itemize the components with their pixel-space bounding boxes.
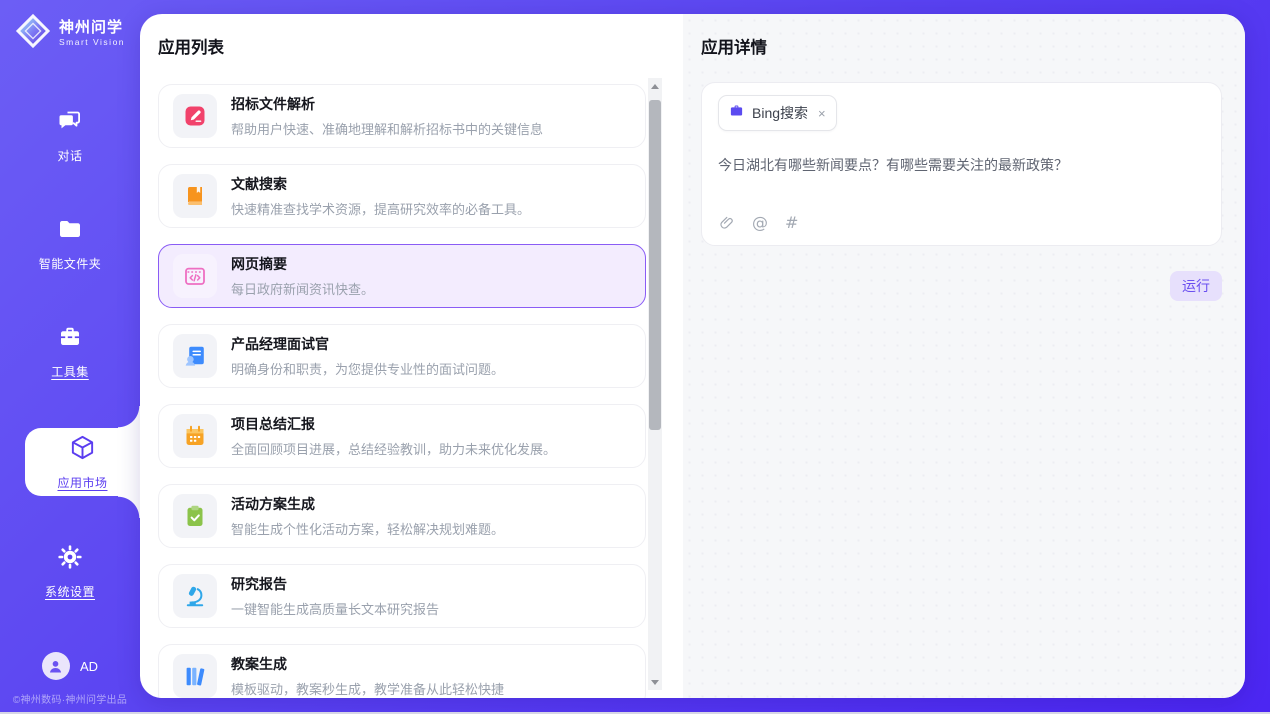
- bid-edit-icon: [173, 94, 217, 138]
- main-content: 应用列表 招标文件解析 帮助用户快速、准确地理解和解析招标书中的关键信息 文献搜…: [140, 14, 1245, 698]
- scrollbar-thumb[interactable]: [649, 100, 661, 430]
- bubble-curve-top: [118, 406, 140, 428]
- hash-icon[interactable]: #: [785, 213, 798, 232]
- app-card-name: 网页摘要: [231, 254, 374, 274]
- app-card-description: 模板驱动，教案秒生成，教学准备从此轻松快捷: [231, 679, 504, 698]
- app-card-description: 每日政府新闻资讯快查。: [231, 279, 374, 298]
- webpage-icon: [173, 254, 217, 298]
- sidebar-item-label: 工具集: [51, 363, 89, 380]
- app-card-name: 项目总结汇报: [231, 414, 556, 434]
- app-card-description: 明确身份和职责，为您提供专业性的面试问题。: [231, 359, 504, 378]
- app-card[interactable]: 文献搜索 快速精准查找学术资源，提高研究效率的必备工具。: [158, 164, 646, 228]
- app-list-panel: 应用列表 招标文件解析 帮助用户快速、准确地理解和解析招标书中的关键信息 文献搜…: [140, 14, 683, 698]
- app-card[interactable]: 活动方案生成 智能生成个性化活动方案，轻松解决规划难题。: [158, 484, 646, 548]
- app-card[interactable]: 项目总结汇报 全面回顾项目进展，总结经验教训，助力未来优化发展。: [158, 404, 646, 468]
- sidebar-item-toolbox[interactable]: 工具集: [0, 320, 140, 384]
- book-icon: [173, 174, 217, 218]
- folder-icon: [57, 216, 83, 247]
- sidebar-item-label: 系统设置: [45, 583, 95, 600]
- attachment-toolbar: @#: [719, 213, 798, 232]
- app-card-description: 帮助用户快速、准确地理解和解析招标书中的关键信息: [231, 119, 543, 138]
- run-button[interactable]: 运行: [1170, 271, 1222, 301]
- app-card-name: 文献搜索: [231, 174, 530, 194]
- chat-icon: [57, 108, 83, 139]
- at-icon[interactable]: @: [752, 213, 768, 232]
- bubble-curve-bottom: [118, 496, 140, 518]
- sidebar-item-folder[interactable]: 智能文件夹: [0, 212, 140, 276]
- briefcase-icon: [729, 103, 744, 123]
- gear-icon: [57, 544, 83, 575]
- tool-tag-label: Bing搜索: [752, 103, 808, 123]
- query-text[interactable]: 今日湖北有哪些新闻要点？有哪些需要关注的最新政策？: [718, 155, 1205, 176]
- clipboard-check-icon: [173, 494, 217, 538]
- app-card[interactable]: 教案生成 模板驱动，教案秒生成，教学准备从此轻松快捷: [158, 644, 646, 698]
- copyright-text: ©神州数码·神州问学出品: [0, 691, 140, 706]
- books-icon: [173, 654, 217, 698]
- sidebar-nav: 对话 智能文件夹 工具集 应用市场 系统设置: [0, 104, 140, 604]
- app-detail-panel: 应用详情 Bing搜索 × 今日湖北有哪些新闻要点？有哪些需要关注的最新政策？ …: [683, 14, 1245, 698]
- interview-icon: [173, 334, 217, 378]
- sidebar-item-label: 对话: [57, 147, 82, 164]
- app-card-name: 产品经理面试官: [231, 334, 504, 354]
- app-card-name: 研究报告: [231, 574, 439, 594]
- scroll-down-button[interactable]: [648, 674, 662, 690]
- toolbox-icon: [57, 324, 83, 355]
- brand-logo: 神州问学 Smart Vision: [14, 12, 125, 55]
- app-card[interactable]: 研究报告 一键智能生成高质量长文本研究报告: [158, 564, 646, 628]
- prompt-card: Bing搜索 × 今日湖北有哪些新闻要点？有哪些需要关注的最新政策？ @#: [701, 82, 1222, 246]
- app-card[interactable]: 招标文件解析 帮助用户快速、准确地理解和解析招标书中的关键信息: [158, 84, 646, 148]
- sidebar-item-chat[interactable]: 对话: [0, 104, 140, 168]
- app-list: 招标文件解析 帮助用户快速、准确地理解和解析招标书中的关键信息 文献搜索 快速精…: [158, 84, 646, 698]
- microscope-icon: [173, 574, 217, 618]
- sidebar-item-label: 应用市场: [57, 474, 107, 491]
- sidebar-item-cube[interactable]: 应用市场: [25, 428, 140, 496]
- user-avatar-icon: [42, 652, 70, 680]
- user-account[interactable]: AD: [0, 652, 140, 680]
- user-name: AD: [80, 659, 98, 674]
- app-window: { "brand": { "name": "神州问学", "subtitle":…: [0, 0, 1270, 714]
- app-detail-title: 应用详情: [701, 34, 1222, 58]
- sidebar: 神州问学 Smart Vision 对话 智能文件夹 工具集 应用市场 系统设置…: [0, 0, 140, 714]
- app-card-description: 一键智能生成高质量长文本研究报告: [231, 599, 439, 618]
- tool-tag-bing-search[interactable]: Bing搜索 ×: [718, 95, 837, 131]
- diamond-logo-icon: [14, 12, 52, 55]
- app-card[interactable]: 网页摘要 每日政府新闻资讯快查。: [158, 244, 646, 308]
- brand-subtitle: Smart Vision: [59, 38, 125, 47]
- app-list-scrollbar[interactable]: [648, 78, 662, 690]
- app-card-description: 快速精准查找学术资源，提高研究效率的必备工具。: [231, 199, 530, 218]
- tag-remove-icon[interactable]: ×: [818, 106, 826, 121]
- app-card[interactable]: 产品经理面试官 明确身份和职责，为您提供专业性的面试问题。: [158, 324, 646, 388]
- scroll-up-button[interactable]: [648, 78, 662, 94]
- brand-name: 神州问学: [59, 20, 125, 37]
- sidebar-item-gear[interactable]: 系统设置: [0, 540, 140, 604]
- app-list-title: 应用列表: [158, 34, 683, 58]
- app-card-name: 教案生成: [231, 654, 504, 674]
- app-card-name: 招标文件解析: [231, 94, 543, 114]
- paperclip-icon[interactable]: [719, 215, 735, 231]
- app-card-description: 全面回顾项目进展，总结经验教训，助力未来优化发展。: [231, 439, 556, 458]
- app-card-name: 活动方案生成: [231, 494, 504, 514]
- cube-icon: [69, 434, 96, 466]
- calendar-icon: [173, 414, 217, 458]
- sidebar-item-label: 智能文件夹: [39, 255, 102, 272]
- app-card-description: 智能生成个性化活动方案，轻松解决规划难题。: [231, 519, 504, 538]
